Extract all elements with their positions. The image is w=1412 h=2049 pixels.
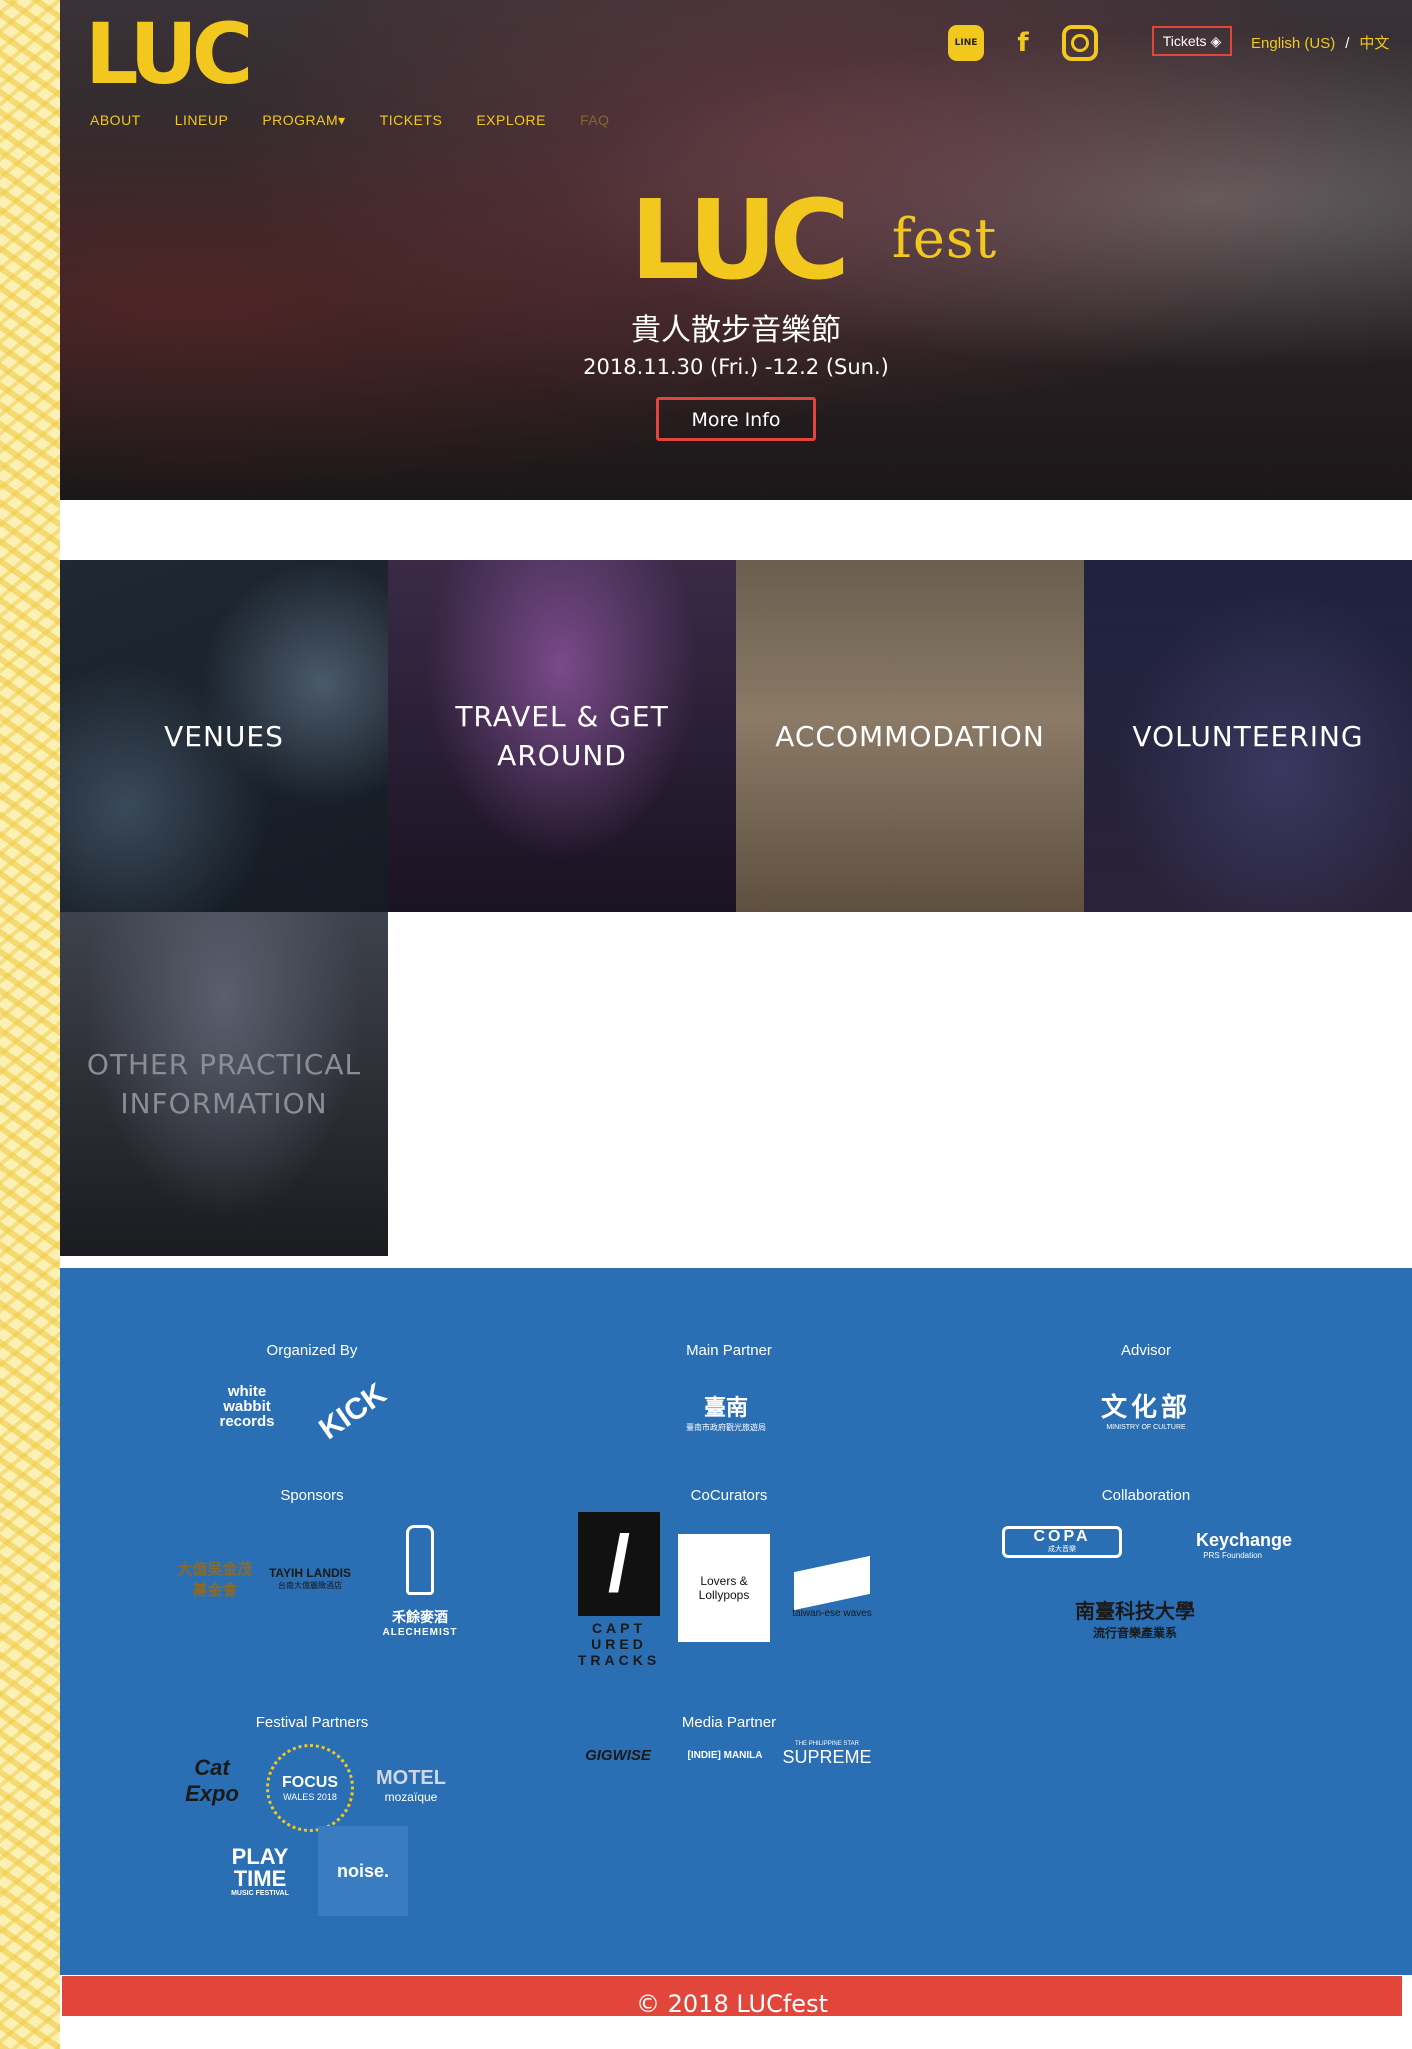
nav-about[interactable]: ABOUT (90, 112, 141, 129)
tayih-landis-logo[interactable]: TAYIH LANDIS 台南大億麗緻酒店 (265, 1538, 355, 1618)
noise-logo[interactable]: noise. (318, 1826, 408, 1916)
playtime-logo[interactable]: PLAY TIME MUSIC FESTIVAL (220, 1834, 300, 1908)
ticket-icon: ◈ (1210, 32, 1222, 49)
motel-mozaique-logo[interactable]: MOTEL mozaïque (366, 1762, 456, 1808)
footer-copyright: © 2018 LUCfest (62, 1976, 1402, 2016)
tainan-logo-sub: 臺南市政府觀光旅遊局 (686, 1422, 766, 1432)
tile-volunteering[interactable]: VOLUNTEERING (1084, 560, 1412, 912)
caret-down-icon: ▾ (338, 112, 346, 128)
indie-manila-logo[interactable]: [INDIE] MANILA (680, 1740, 770, 1770)
tile-travel-label: TRAVEL & GET AROUND (455, 700, 669, 772)
language-switcher: English (US) / 中文 (1251, 32, 1389, 53)
tile-accommodation[interactable]: ACCOMMODATION (736, 560, 1084, 912)
lucfest-logo-fest: fest (891, 207, 998, 270)
tile-venues[interactable]: VENUES (60, 560, 388, 912)
festival-partners-title: Festival Partners (255, 1714, 369, 1731)
lucfest-logo: LUC fest (630, 185, 996, 295)
captured-tracks-logo[interactable]: / CAPT URED TRACKS (577, 1512, 661, 1668)
lovers-lollypops-logo[interactable]: Lovers & Lollypops (678, 1534, 770, 1642)
tile-other-info[interactable]: OTHER PRACTICAL INFORMATION (60, 912, 388, 1256)
supreme-logo[interactable]: THE PHILIPPINE STAR SUPREME (782, 1734, 872, 1774)
kick-logo[interactable]: KICK (301, 1359, 404, 1465)
stust-logo[interactable]: 南臺科技大學 流行音樂產業系 (1060, 1588, 1210, 1648)
tickets-label: Tickets (1162, 33, 1207, 49)
facebook-icon[interactable]: f (1004, 24, 1042, 62)
site-logo[interactable]: LUC (85, 12, 253, 96)
instagram-icon[interactable] (1062, 25, 1098, 61)
tayih-landis-logo-sub: 台南大億麗緻酒店 (278, 1580, 342, 1590)
moc-logo-sub: MINISTRY OF CULTURE (1106, 1424, 1186, 1431)
tainan-logo-text: 臺南 (703, 1394, 748, 1420)
nav-program[interactable]: PROGRAM▾ (262, 112, 345, 129)
collaboration-title: Collaboration (1101, 1487, 1191, 1504)
media-partner-title: Media Partner (681, 1714, 777, 1731)
lucfest-logo-main: LUC (629, 176, 850, 304)
alechemist-logo-sub: ALECHEMIST (382, 1627, 458, 1638)
hero-subtitle: 貴人散步音樂節 (631, 313, 841, 348)
cocurators-title: CoCurators (690, 1487, 768, 1504)
organized-by-title: Organized By (266, 1342, 358, 1359)
copa-logo-sub: 成大音樂 (1048, 1546, 1076, 1553)
focus-wales-logo[interactable]: FOCUS WALES 2018 (266, 1744, 354, 1832)
partners-section: Organized By Main Partner Advisor white … (60, 1268, 1412, 1975)
hero-content: LUC fest 貴人散步音樂節 2018.11.30 (Fri.) -12.2… (60, 185, 1412, 441)
main-partner-title: Main Partner (686, 1342, 772, 1359)
main-nav: ABOUT LINEUP PROGRAM▾ TICKETS EXPLORE FA… (90, 112, 643, 129)
lang-chinese[interactable]: 中文 (1359, 35, 1389, 52)
lang-separator: / (1345, 35, 1350, 52)
focus-wales-sub: WALES 2018 (283, 1792, 337, 1802)
social-links: LINE f (948, 24, 1098, 62)
ministry-of-culture-logo[interactable]: 文化部 MINISTRY OF CULTURE (1066, 1384, 1226, 1434)
nav-explore[interactable]: EXPLORE (476, 112, 546, 129)
tile-travel[interactable]: TRAVEL & GET AROUND (388, 560, 736, 912)
tayih-landis-logo-text: TAYIH LANDIS (268, 1565, 351, 1580)
captured-tracks-mark: / (578, 1512, 660, 1616)
copa-logo-text: COPA (1033, 1528, 1091, 1545)
sponsors-title: Sponsors (280, 1487, 344, 1504)
dayi-foundation-logo[interactable]: 大億吳金茂 基金會 (170, 1544, 260, 1614)
taiwanese-waves-logo[interactable]: taiwan-ese waves (784, 1538, 880, 1638)
stust-logo-text: 南臺科技大學 (1075, 1601, 1195, 1623)
nav-lineup[interactable]: LINEUP (175, 112, 229, 129)
tile-venues-label: VENUES (164, 719, 284, 753)
catexpo-logo[interactable]: Cat Expo (172, 1746, 252, 1816)
alechemist-logo-text: 禾餘麥酒 (392, 1609, 448, 1625)
side-decoration (0, 0, 60, 2049)
tickets-button[interactable]: Tickets ◈ (1152, 26, 1232, 56)
hero-dates: 2018.11.30 (Fri.) -12.2 (Sun.) (583, 355, 889, 379)
lang-english[interactable]: English (US) (1251, 35, 1335, 52)
white-rabbit-logo[interactable]: white wabbit records (212, 1376, 312, 1436)
nav-tickets[interactable]: TICKETS (380, 112, 443, 129)
tile-volunteering-label: VOLUNTEERING (1132, 719, 1364, 753)
motel-logo-text: MOTEL (376, 1766, 446, 1789)
tile-accommodation-label: ACCOMMODATION (775, 719, 1045, 753)
stust-logo-sub: 流行音樂產業系 (1092, 1626, 1177, 1640)
keychange-logo-sub: PRS Foundation (1203, 1551, 1262, 1560)
waves-icon (794, 1555, 870, 1610)
playtime-logo-text: PLAY TIME (231, 1843, 289, 1891)
taiwanese-waves-text: taiwan-ese waves (792, 1607, 872, 1619)
motel-logo-sub: mozaïque (384, 1789, 438, 1804)
moc-logo-text: 文化部 (1100, 1392, 1191, 1422)
keychange-logo[interactable]: Keychange PRS Foundation (1160, 1520, 1292, 1570)
advisor-title: Advisor (1120, 1342, 1172, 1359)
hero-banner: LUC ABOUT LINEUP PROGRAM▾ TICKETS EXPLOR… (60, 0, 1412, 500)
focus-wales-text: FOCUS (282, 1774, 338, 1791)
gigwise-logo[interactable]: GIGWISE (572, 1740, 664, 1770)
white-rabbit-logo-text: white wabbit records (219, 1382, 275, 1430)
supreme-logo-text: SUPREME (782, 1746, 872, 1767)
copa-logo[interactable]: COPA 成大音樂 (1002, 1526, 1122, 1558)
alechemist-logo[interactable]: 禾餘麥酒 ALECHEMIST (370, 1508, 470, 1638)
line-icon[interactable]: LINE (948, 25, 984, 61)
keychange-logo-text: Keychange (1195, 1530, 1292, 1550)
playtime-logo-sub: MUSIC FESTIVAL (231, 1889, 289, 1897)
tile-other-info-label: OTHER PRACTICAL INFORMATION (86, 1048, 362, 1120)
nav-program-label: PROGRAM (262, 112, 339, 128)
nav-faq[interactable]: FAQ (580, 112, 610, 129)
captured-tracks-text: CAPT URED TRACKS (577, 1620, 661, 1668)
more-info-button[interactable]: More Info (656, 397, 816, 441)
tainan-logo[interactable]: 臺南 臺南市政府觀光旅遊局 (676, 1378, 776, 1444)
bottle-icon (406, 1525, 434, 1595)
